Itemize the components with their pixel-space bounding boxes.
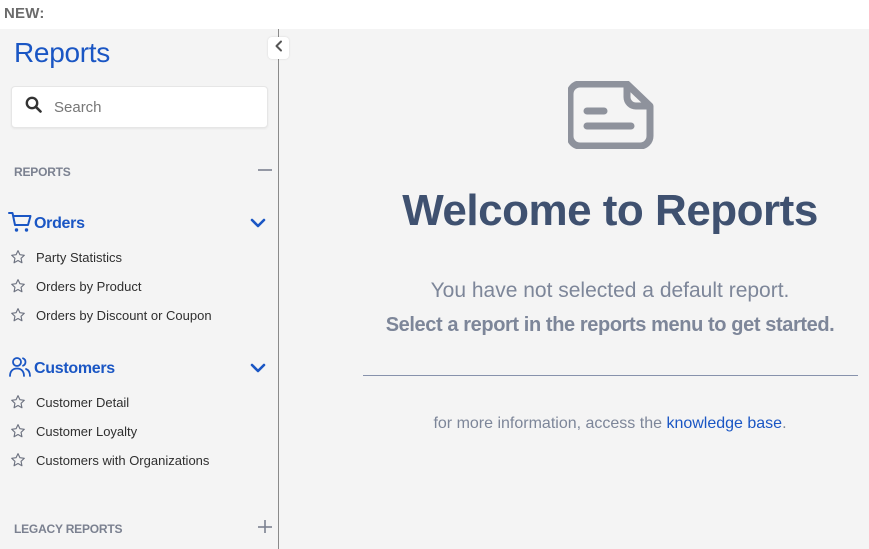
- new-label: NEW:: [4, 5, 45, 22]
- section-reports-label: REPORTS: [14, 164, 71, 179]
- search-field[interactable]: [11, 86, 268, 128]
- select-report-instruction: Select a report in the reports menu to g…: [385, 314, 835, 336]
- section-reports-header[interactable]: REPORTS: [14, 162, 272, 181]
- users-icon: [8, 356, 32, 383]
- star-icon[interactable]: [10, 452, 26, 468]
- star-icon[interactable]: [10, 249, 26, 265]
- no-default-report-message: You have not selected a default report.: [430, 279, 790, 302]
- knowledge-base-link[interactable]: knowledge base: [666, 415, 782, 432]
- info-text: for more information, access the knowled…: [280, 415, 869, 433]
- divider: [363, 375, 858, 376]
- info-suffix: .: [782, 415, 787, 432]
- report-item-customer-loyalty[interactable]: Customer Loyalty: [10, 421, 137, 441]
- expand-section-icon[interactable]: [258, 519, 272, 538]
- report-item-label: Party Statistics: [36, 249, 122, 265]
- star-icon[interactable]: [10, 423, 26, 439]
- chevron-down-icon[interactable]: [250, 216, 266, 234]
- cart-icon: [8, 211, 32, 238]
- report-item-customer-detail[interactable]: Customer Detail: [10, 392, 129, 412]
- report-item-label: Orders by Product: [36, 278, 142, 294]
- report-item-party-statistics[interactable]: Party Statistics: [10, 247, 122, 267]
- star-icon[interactable]: [10, 307, 26, 323]
- collapse-section-icon[interactable]: [258, 162, 272, 181]
- star-icon[interactable]: [10, 278, 26, 294]
- report-item-orders-by-discount-or-coupon[interactable]: Orders by Discount or Coupon: [10, 305, 212, 325]
- chevron-down-icon[interactable]: [250, 361, 266, 379]
- group-orders-label: Orders: [34, 215, 85, 232]
- report-item-label: Customer Detail: [36, 394, 130, 410]
- section-legacy-reports-label: LEGACY REPORTS: [14, 521, 123, 536]
- reports-app: Reports REPORTS Orders Part: [0, 29, 869, 549]
- report-item-label: Customers with Organizations: [36, 452, 210, 468]
- welcome-title: Welcome to Reports: [402, 186, 818, 235]
- welcome-panel: Welcome to Reports You have not selected…: [280, 29, 869, 549]
- document-icon: [566, 80, 654, 154]
- report-item-customers-with-organizations[interactable]: Customers with Organizations: [10, 450, 209, 470]
- sidebar-title: Reports: [14, 37, 110, 68]
- report-item-label: Orders by Discount or Coupon: [36, 307, 212, 323]
- collapse-sidebar-button[interactable]: [268, 37, 289, 59]
- group-customers-label: Customers: [34, 360, 115, 377]
- search-input[interactable]: [54, 98, 254, 116]
- report-item-label: Customer Loyalty: [36, 423, 138, 439]
- section-legacy-reports-header[interactable]: LEGACY REPORTS: [14, 519, 272, 538]
- reports-sidebar: Reports REPORTS Orders Part: [0, 29, 279, 549]
- report-item-orders-by-product[interactable]: Orders by Product: [10, 276, 142, 296]
- search-icon: [25, 96, 42, 118]
- star-icon[interactable]: [10, 394, 26, 410]
- info-prefix: for more information, access the: [433, 415, 667, 432]
- chevron-left-icon: [274, 39, 284, 57]
- group-customers-header[interactable]: Customers: [8, 356, 270, 383]
- group-orders-header[interactable]: Orders: [8, 211, 270, 238]
